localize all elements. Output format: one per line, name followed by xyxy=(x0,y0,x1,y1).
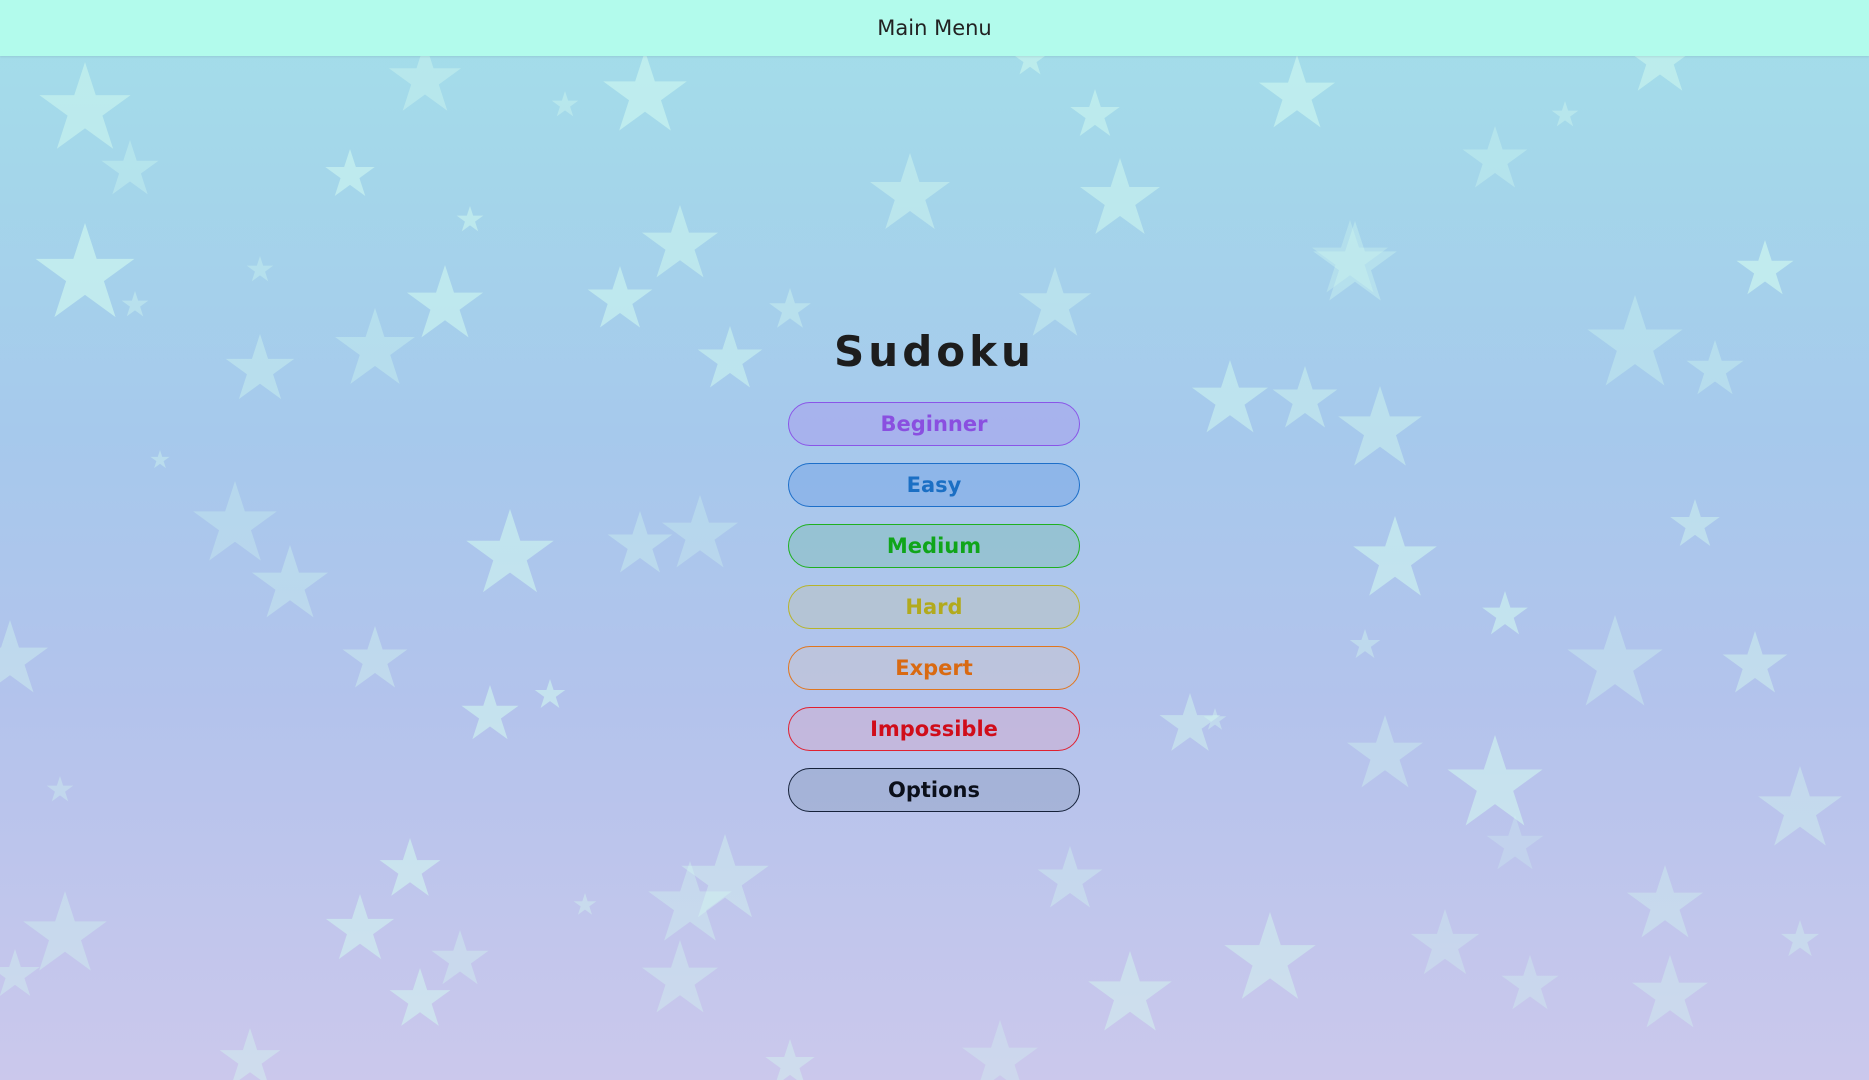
easy-button[interactable]: Easy xyxy=(788,463,1080,507)
hard-button[interactable]: Hard xyxy=(788,585,1080,629)
impossible-button[interactable]: Impossible xyxy=(788,707,1080,751)
main-menu: Sudoku Beginner Easy Medium Hard Expert … xyxy=(0,0,1869,1080)
medium-button[interactable]: Medium xyxy=(788,524,1080,568)
header-title: Main Menu xyxy=(877,16,992,40)
beginner-button[interactable]: Beginner xyxy=(788,402,1080,446)
options-button[interactable]: Options xyxy=(788,768,1080,812)
game-title: Sudoku xyxy=(834,327,1035,376)
top-bar: Main Menu xyxy=(0,0,1869,56)
expert-button[interactable]: Expert xyxy=(788,646,1080,690)
